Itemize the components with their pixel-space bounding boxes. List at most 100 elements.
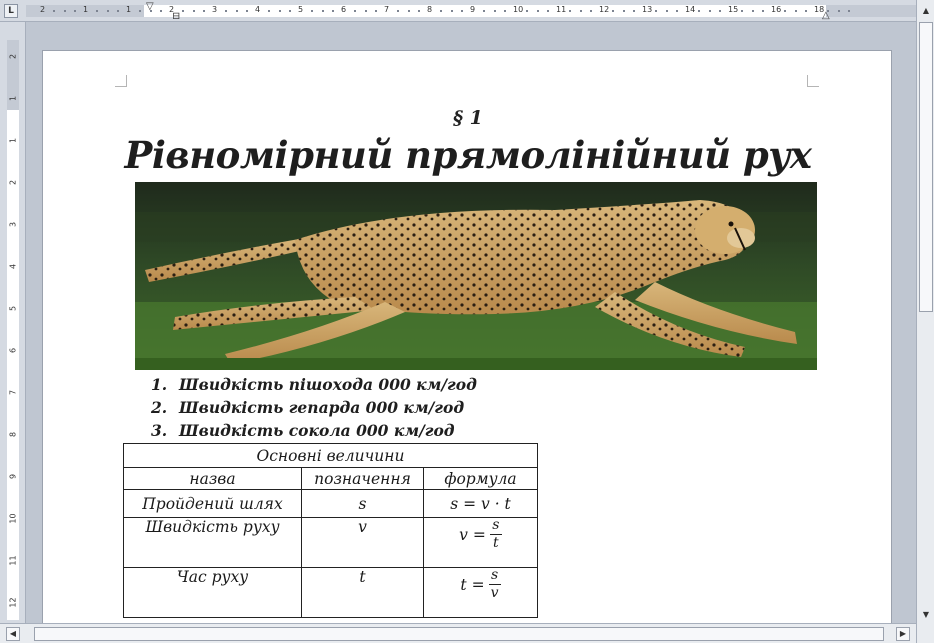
ruler-number: 4: [8, 263, 18, 270]
table-row: Час руху t t = s v: [123, 567, 538, 618]
ruler-tick: [504, 10, 507, 12]
ruler-tick: [63, 10, 66, 12]
quantity-symbol: t: [301, 567, 424, 618]
ruler-number: 9: [470, 5, 476, 14]
ruler-tick: [536, 10, 539, 12]
vertical-scrollbar[interactable]: ▲ ▼: [916, 0, 934, 643]
ruler-tick: [310, 10, 313, 12]
first-line-indent-marker[interactable]: ▽: [146, 2, 154, 12]
ruler-tick: [783, 10, 786, 12]
ruler-number: 4: [255, 5, 261, 14]
horizontal-scroll-thumb[interactable]: [34, 627, 884, 641]
ruler-tick: [762, 10, 765, 12]
section-number: § 1: [453, 107, 483, 129]
ruler-number: 1: [126, 5, 132, 14]
ruler-number: 15: [728, 5, 739, 14]
ruler-tick: [224, 10, 227, 12]
horizontal-scrollbar[interactable]: ◀ ▶: [0, 623, 916, 643]
ruler-tick: [450, 10, 453, 12]
questions-list: 1. Швидкість пішохода 000 км/год 2. Швидкі…: [151, 373, 477, 442]
ruler-number: 6: [341, 5, 347, 14]
ruler-number: 12: [599, 5, 610, 14]
cheetah-photo[interactable]: [135, 182, 817, 370]
ruler-number: 8: [427, 5, 433, 14]
fraction: s t: [489, 518, 502, 551]
ruler-tick: [708, 10, 711, 12]
column-header: назва: [123, 467, 302, 490]
ruler-tick: [203, 10, 206, 12]
ruler-tick: [751, 10, 754, 12]
quantity-formula: s = v · t: [423, 489, 538, 518]
tab-selector-button[interactable]: L: [4, 4, 18, 18]
vertical-ruler-track: [7, 40, 19, 620]
ruler-number: 2: [8, 179, 18, 186]
document-page[interactable]: § 1 Рівномірний прямолінійний рух 1. Шви…: [42, 50, 892, 623]
ruler-tick: [837, 10, 840, 12]
ruler-number: 10: [8, 513, 18, 524]
scroll-left-button[interactable]: ◀: [6, 627, 20, 641]
ruler-number: 9: [8, 473, 18, 480]
vertical-scroll-thumb[interactable]: [919, 22, 933, 312]
quantity-symbol: v: [301, 517, 424, 568]
document-title: Рівномірний прямолінійний рух: [124, 133, 812, 177]
ruler-tick: [719, 10, 722, 12]
scroll-down-button[interactable]: ▼: [919, 608, 933, 622]
ruler-number: 3: [8, 221, 18, 228]
ruler-tick: [579, 10, 582, 12]
quantities-table: Основні величини назва позначення формул…: [123, 443, 538, 618]
ruler-tick: [267, 10, 270, 12]
ruler-tick: [52, 10, 55, 12]
ruler-tick: [278, 10, 281, 12]
ruler-number: 10: [513, 5, 524, 14]
ruler-tick: [375, 10, 378, 12]
ruler-tick: [547, 10, 550, 12]
column-header: позначення: [301, 467, 424, 490]
table-row: Швидкість руху v v = s t: [123, 517, 538, 568]
ruler-tick: [461, 10, 464, 12]
ruler-right-margin: [826, 5, 916, 17]
quantity-formula: t = s v: [423, 567, 538, 618]
table-header: Основні величини: [123, 443, 538, 468]
ruler-number: 1: [8, 137, 18, 144]
ruler-number: 13: [642, 5, 653, 14]
ruler-tick: [353, 10, 356, 12]
hanging-indent-marker[interactable]: ⊟: [172, 12, 180, 22]
vertical-ruler[interactable]: 2 1 1 2 3 4 5 6 7 8 9 10 11 12: [0, 22, 26, 623]
table-row: Пройдений шлях s s = v · t: [123, 489, 538, 518]
ruler-tick: [181, 10, 184, 12]
ruler-tick: [493, 10, 496, 12]
quantity-symbol: s: [301, 489, 424, 518]
quantity-name: Швидкість руху: [123, 517, 302, 568]
ruler-tick: [106, 10, 109, 12]
document-area[interactable]: § 1 Рівномірний прямолінійний рух 1. Шви…: [26, 22, 916, 623]
ruler-number: 1: [83, 5, 89, 14]
column-header: формула: [423, 467, 538, 490]
ruler-tick: [74, 10, 77, 12]
ruler-tick: [95, 10, 98, 12]
horizontal-ruler[interactable]: L 2 1 1 2 3 4 5 6 7 8 9 10 11 12 13 14 15 16 18 ▽ ⊟ △: [0, 0, 934, 22]
ruler-number: 7: [384, 5, 390, 14]
ruler-tick: [848, 10, 851, 12]
quantity-formula: v = s t: [423, 517, 538, 568]
ruler-tick: [805, 10, 808, 12]
fraction: s v: [488, 568, 501, 601]
ruler-tick: [676, 10, 679, 12]
ruler-tick: [439, 10, 442, 12]
ruler-tick: [192, 10, 195, 12]
right-indent-marker[interactable]: △: [822, 11, 830, 21]
ruler-number: 1: [8, 95, 18, 102]
margin-corner-mark: [115, 75, 127, 87]
list-item: 2. Швидкість гепарда 000 км/год: [151, 398, 465, 417]
scroll-up-button[interactable]: ▲: [919, 4, 933, 18]
ruler-tick: [611, 10, 614, 12]
ruler-tick: [654, 10, 657, 12]
ruler-tick: [525, 10, 528, 12]
ruler-number: 5: [8, 305, 18, 312]
ruler-number: 6: [8, 347, 18, 354]
ruler-number: 11: [556, 5, 567, 14]
ruler-number: 5: [298, 5, 304, 14]
ruler-number: 3: [212, 5, 218, 14]
ruler-tick: [697, 10, 700, 12]
scroll-right-button[interactable]: ▶: [896, 627, 910, 641]
ruler-tick: [321, 10, 324, 12]
